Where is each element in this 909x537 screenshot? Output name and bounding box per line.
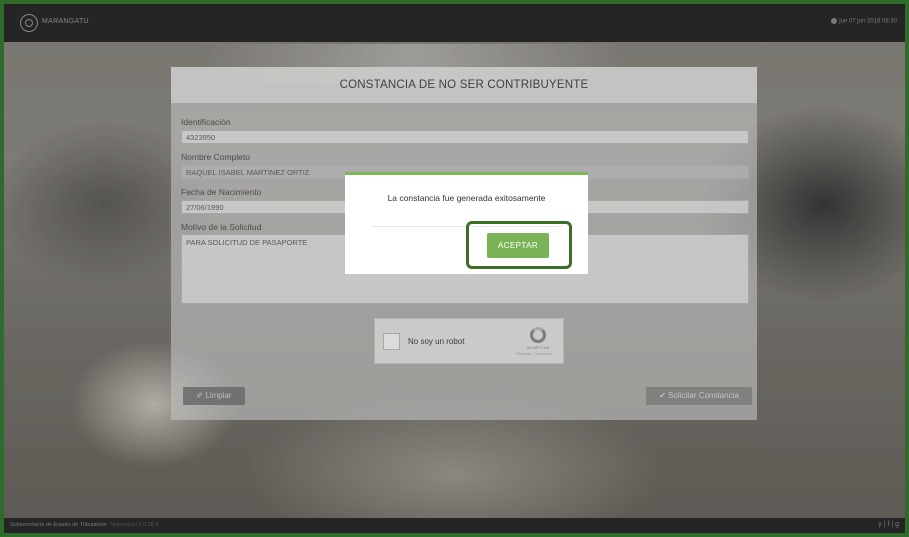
- dialog-message: La constancia fue generada exitosamente: [387, 193, 546, 203]
- accept-button[interactable]: ACEPTAR: [487, 233, 549, 258]
